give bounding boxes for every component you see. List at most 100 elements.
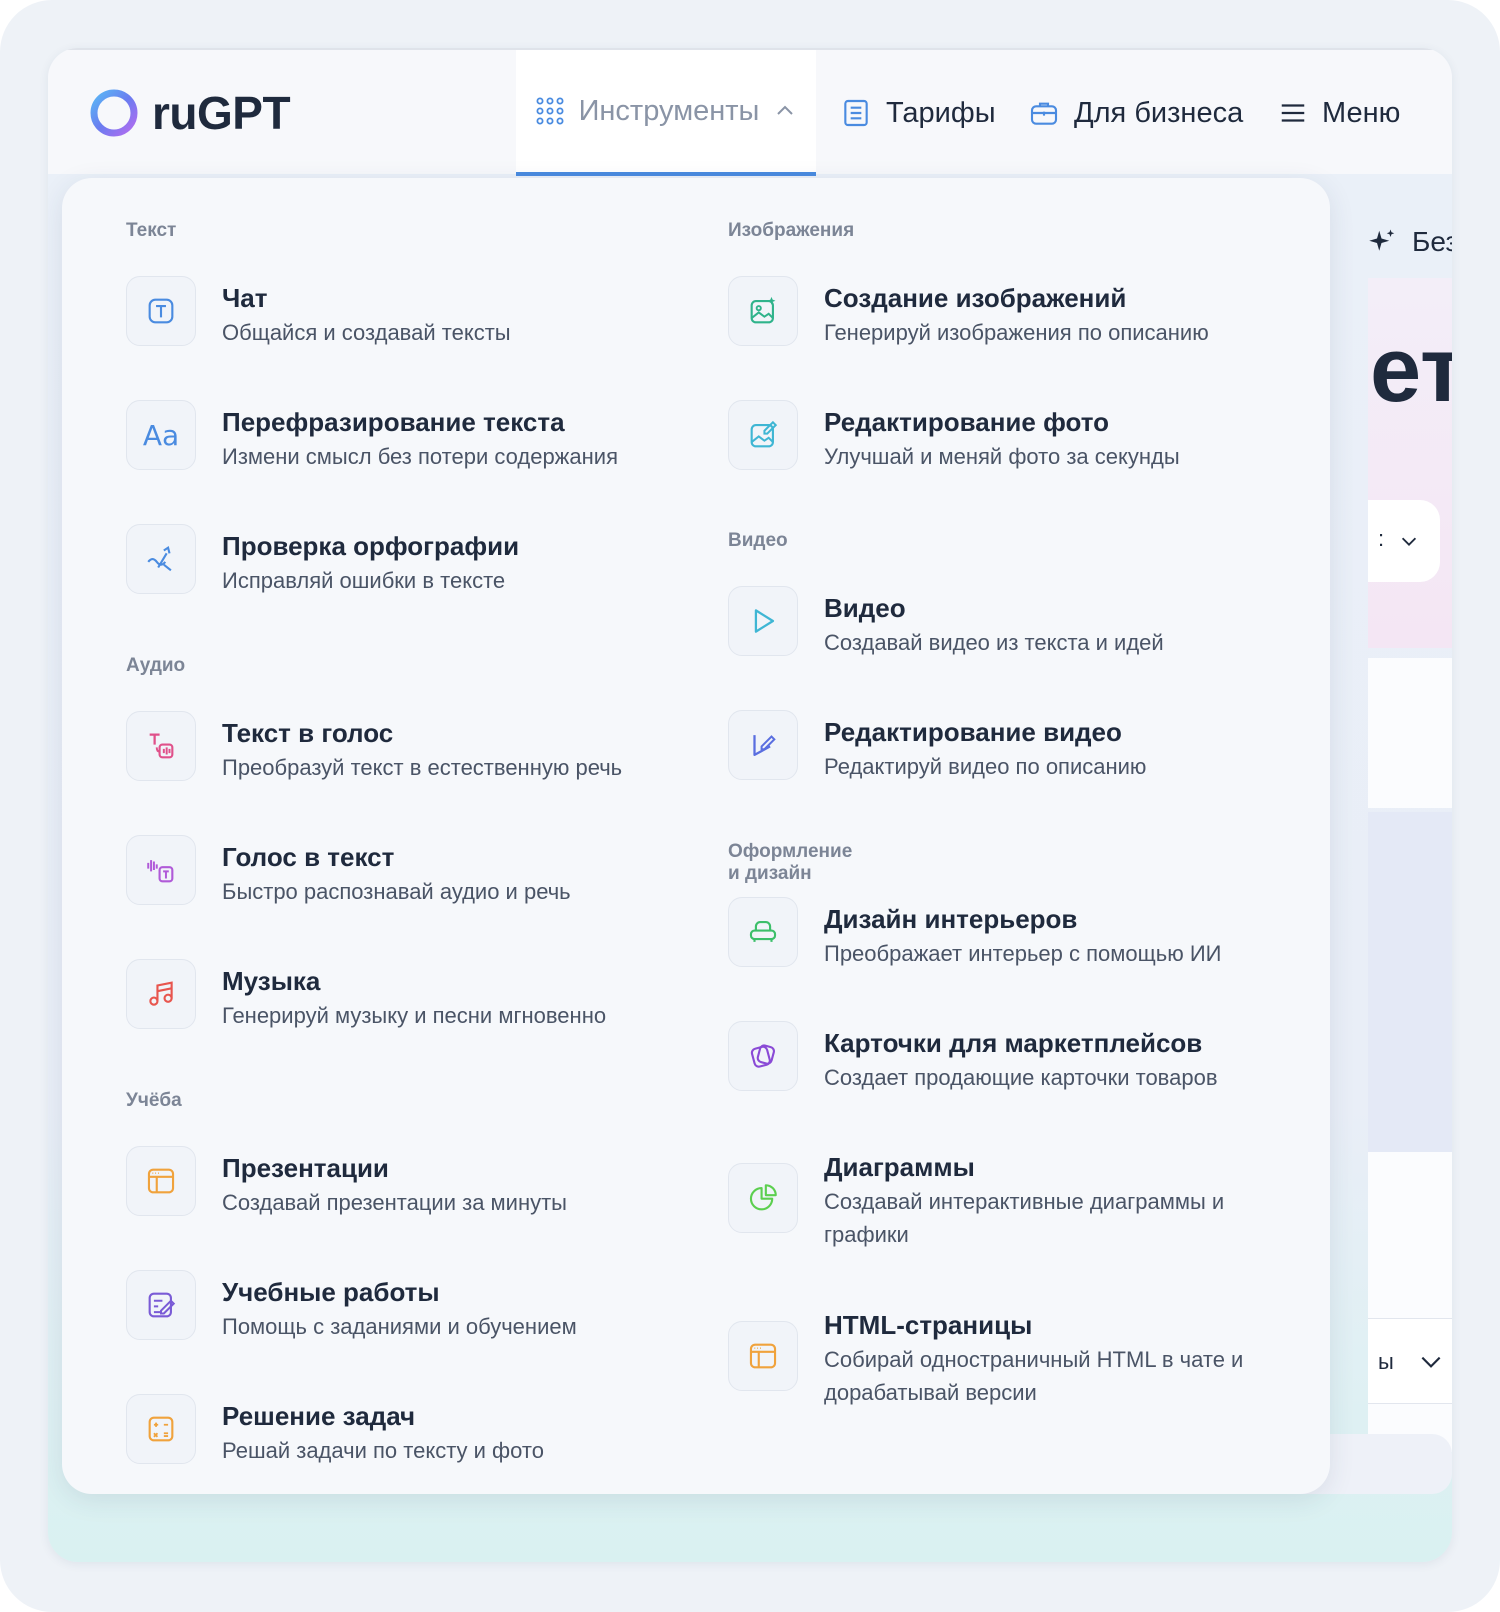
tool-title: Решение задач [222,1401,416,1431]
top-navigation-bar: ruGPT Инструменты Тарифы Для бизнеса Мен… [48,48,1452,176]
chevron-down-icon [1421,1356,1441,1368]
tool-item-photo-edit[interactable]: Редактирование фото Улучшай и меняй фото… [728,400,1294,473]
video-edit-icon [728,710,798,780]
tool-desc: Преобразуй текст в естественную речь [222,755,623,780]
tool-title: Проверка орфографии [222,531,520,561]
chevron-down-icon [1401,537,1417,546]
hamburger-icon [1281,104,1305,122]
tool-item-study-works[interactable]: Учебные работы Помощь с заданиями и обуч… [126,1270,662,1343]
sparkle-icon [1369,229,1395,251]
nav-tools[interactable]: Инструменты [516,50,816,176]
tool-item-tts[interactable]: Текст в голос Преобразуй текст в естеств… [126,711,662,784]
image-sparkle-icon [728,276,798,346]
logo-ring-icon [90,89,138,137]
tool-desc: Создавай презентации за минуты [222,1190,567,1215]
aa-icon: Aa [126,400,196,470]
tool-item-marketplace-cards[interactable]: Карточки для маркетплейсов Создает прода… [728,1021,1294,1094]
tool-title: Редактирование фото [824,407,1109,437]
nav-tools-label: Инструменты [578,94,760,127]
tool-title: Презентации [222,1153,389,1183]
tool-item-stt[interactable]: Голос в текст Быстро распознавай аудио и… [126,835,662,908]
app-window: Без ет : ы ruGPT Инструменты Тарифы Для … [48,48,1452,1562]
tool-desc: Быстро распознавай аудио и речь [222,879,571,904]
image-edit-icon [728,400,798,470]
grid-icon [536,97,564,125]
tool-item-image-gen[interactable]: Создание изображений Генерируй изображен… [728,276,1294,349]
nav-menu[interactable]: Меню [1278,50,1400,176]
tool-desc: Решай задачи по тексту и фото [222,1438,544,1463]
nav-menu-label: Меню [1322,96,1401,129]
tool-item-video[interactable]: Видео Создавай видео из текста и идей [728,586,1294,659]
tool-title: Диаграммы [824,1152,975,1182]
calculator-icon [126,1394,196,1464]
tool-title: Чат [222,283,268,313]
section-title-audio: Аудио [126,655,186,676]
logo-text: ruGPT [152,87,291,139]
tools-dropdown-panel: Текст Чат Общайся и создавай тексты Aa П… [62,178,1330,1494]
tool-item-paraphrase[interactable]: Aa Перефразирование текста Измени смысл … [126,400,662,473]
tool-desc: Редактируй видео по описанию [824,754,1147,779]
tool-title: Музыка [222,966,321,996]
tool-title: Создание изображений [824,283,1127,313]
tool-title: Учебные работы [222,1277,440,1307]
text-to-speech-icon [126,711,196,781]
tool-item-music[interactable]: Музыка Генерируй музыку и песни мгновенн… [126,959,662,1032]
tool-item-video-edit[interactable]: Редактирование видео Редактируй видео по… [728,710,1294,783]
logo[interactable]: ruGPT [88,86,291,140]
tool-desc: Генерируй изображения по описанию [824,320,1209,345]
tool-item-tasks[interactable]: Решение задач Решай задачи по тексту и ф… [126,1394,662,1467]
tool-title: Дизайн интерьеров [824,904,1078,934]
tool-title: Перефразирование текста [222,407,565,437]
hero-badge-text: Без [1412,226,1452,257]
hero-select[interactable]: : [1368,500,1440,582]
tool-item-diagrams[interactable]: Диаграммы Создавай интерактивные диаграм… [728,1145,1294,1251]
background-dropdown[interactable]: ы [1368,1318,1452,1404]
section-title-images: Изображения [728,220,855,241]
tool-title: Текст в голос [222,718,394,748]
tool-title: Видео [824,593,906,623]
nav-business[interactable]: Для бизнеса [1028,50,1243,176]
screenshot-frame: Без ет : ы ruGPT Инструменты Тарифы Для … [0,0,1500,1612]
html-page-icon [728,1321,798,1391]
tool-title: Карточки для маркетплейсов [824,1028,1203,1058]
tool-desc: Создавай видео из текста и идей [824,630,1164,655]
tool-title: HTML-страницы [824,1310,1033,1340]
play-icon [728,586,798,656]
tool-desc: Улучшай и меняй фото за секунды [824,444,1180,469]
section-title-design: Оформление и дизайн [728,841,853,884]
tool-desc: Собирай одностраничный HTML в чате и дор… [824,1347,1244,1405]
edit-document-icon [126,1270,196,1340]
presentation-icon [126,1146,196,1216]
section-title-study: Учёба [126,1090,182,1111]
section-title-video: Видео [728,530,788,551]
nav-tariffs[interactable]: Тарифы [840,50,996,176]
tool-desc: Исправляй ошибки в тексте [222,568,506,593]
tool-desc: Общайся и создавай тексты [222,320,511,345]
text-t-icon [126,276,196,346]
tool-title: Голос в текст [222,842,395,872]
briefcase-icon [1030,102,1058,125]
tool-item-chat[interactable]: Чат Общайся и создавай тексты [126,276,662,349]
tool-desc: Генерируй музыку и песни мгновенно [222,1003,607,1028]
tool-desc: Создавай интерактивные диаграммы и графи… [824,1189,1225,1247]
background-dropdown-text: ы [1378,1349,1394,1374]
spellcheck-icon [126,524,196,594]
tool-item-html-pages[interactable]: HTML-страницы Собирай одностраничный HTM… [728,1303,1274,1409]
armchair-icon [728,897,798,967]
tool-item-presentations[interactable]: Презентации Создавай презентации за мину… [126,1146,662,1219]
hero-badge: Без [1368,226,1452,258]
tool-desc: Помощь с заданиями и обучением [222,1314,577,1339]
nav-business-label: Для бизнеса [1074,96,1244,129]
tool-title: Редактирование видео [824,717,1122,747]
tool-item-spellcheck[interactable]: Проверка орфографии Исправляй ошибки в т… [126,524,662,597]
tool-desc: Измени смысл без потери содержания [222,444,618,469]
list-document-icon [844,99,868,127]
speech-to-text-icon [126,835,196,905]
pie-chart-icon [728,1163,798,1233]
nav-tariffs-label: Тарифы [886,96,996,129]
tool-desc: Преображает интерьер с помощью ИИ [824,941,1222,966]
section-title-text: Текст [126,220,177,241]
hero-select-text: : [1378,526,1385,551]
tool-item-interior[interactable]: Дизайн интерьеров Преображает интерьер с… [728,897,1294,970]
background-band [1368,812,1452,1152]
